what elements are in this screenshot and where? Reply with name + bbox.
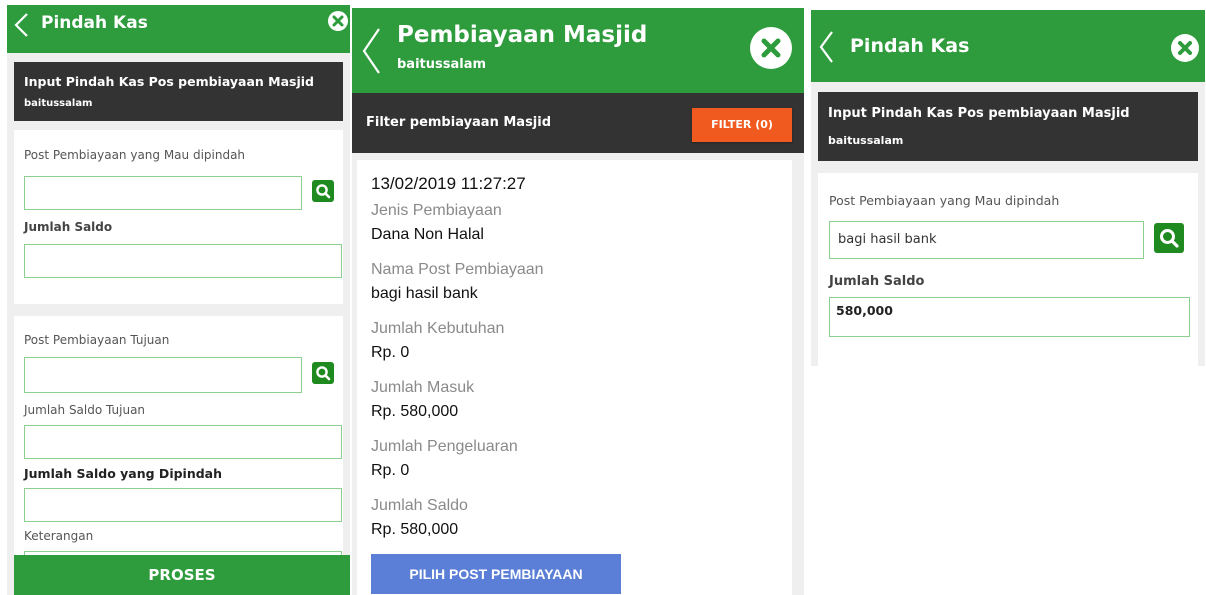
jenis-label: Jenis Pembiayaan xyxy=(371,202,502,219)
record-datetime: 13/02/2019 11:27:27 xyxy=(371,174,526,193)
close-button[interactable] xyxy=(328,11,348,31)
pengeluaran-value: Rp. 0 xyxy=(371,462,410,479)
kebutuhan-value: Rp. 0 xyxy=(371,344,410,361)
search-icon xyxy=(316,184,331,199)
target-post-card: Post Pembiayaan Tujuan Jumlah Saldo Tuju… xyxy=(14,316,343,585)
form-title: Input Pindah Kas Pos pembiayaan Masjid xyxy=(828,106,1130,121)
pengeluaran-label: Jumlah Pengeluaran xyxy=(371,438,518,455)
source-post-card: Post Pembiayaan yang Mau dipindah Jumlah… xyxy=(14,130,343,304)
saldo-dipindah-label: Jumlah Saldo yang Dipindah xyxy=(24,466,223,481)
search-icon xyxy=(1160,229,1179,248)
post-pindah-input[interactable] xyxy=(24,176,302,210)
saldo-dipindah-input[interactable] xyxy=(24,488,342,522)
post-pindah-label: Post Pembiayaan yang Mau dipindah xyxy=(829,193,1060,208)
jumlah-saldo-label: Jumlah Saldo xyxy=(829,274,925,289)
post-pindah-input[interactable]: bagi hasil bank xyxy=(829,221,1144,259)
pilih-post-button[interactable]: PILIH POST PEMBIAYAAN xyxy=(371,554,621,594)
jenis-value: Dana Non Halal xyxy=(371,226,484,243)
header-title: Pindah Kas xyxy=(850,35,970,57)
close-icon xyxy=(761,38,781,58)
search-post-pindah-button[interactable] xyxy=(1154,223,1184,253)
header-title: Pembiayaan Masjid xyxy=(397,22,648,48)
jumlah-saldo-label: Jumlah Saldo xyxy=(24,220,113,234)
saldo-tujuan-label: Jumlah Saldo Tujuan xyxy=(24,403,146,417)
chevron-left-icon[interactable] xyxy=(360,26,382,76)
source-post-card: Post Pembiayaan yang Mau dipindah bagi h… xyxy=(818,173,1198,366)
filter-button[interactable]: FILTER (0) xyxy=(692,108,792,142)
jumlah-saldo-input[interactable]: 580,000 xyxy=(829,297,1190,337)
pindah-kas-form-filled: Pindah Kas Input Pindah Kas Pos pembiaya… xyxy=(811,10,1205,366)
close-icon xyxy=(1178,41,1192,55)
jumlah-saldo-input[interactable] xyxy=(24,244,342,278)
pembiayaan-masjid-list: Pembiayaan Masjid baitussalam Filter pem… xyxy=(352,8,804,595)
chevron-left-icon[interactable] xyxy=(13,12,29,38)
close-icon xyxy=(332,15,344,27)
form-title: Input Pindah Kas Pos pembiayaan Masjid xyxy=(24,74,314,89)
masjid-name: baitussalam xyxy=(828,134,904,147)
proses-button[interactable]: PROSES xyxy=(14,555,350,595)
close-button[interactable] xyxy=(750,27,792,69)
nama-post-label: Nama Post Pembiayaan xyxy=(371,261,544,278)
saldo-label: Jumlah Saldo xyxy=(371,497,468,514)
search-icon xyxy=(316,366,331,381)
close-button[interactable] xyxy=(1171,34,1199,62)
filter-band: Filter pembiayaan Masjid FILTER (0) xyxy=(352,93,804,153)
saldo-tujuan-input[interactable] xyxy=(24,425,342,459)
form-title-band: Input Pindah Kas Pos pembiayaan Masjid b… xyxy=(818,92,1198,161)
pembiayaan-detail-card: 13/02/2019 11:27:27 Jenis Pembiayaan Dan… xyxy=(357,160,792,595)
post-tujuan-label: Post Pembiayaan Tujuan xyxy=(24,333,170,347)
app-header: Pindah Kas xyxy=(7,5,350,53)
app-header: Pindah Kas xyxy=(811,10,1205,82)
masuk-label: Jumlah Masuk xyxy=(371,379,475,396)
search-post-pindah-button[interactable] xyxy=(312,180,334,202)
masuk-value: Rp. 580,000 xyxy=(371,403,459,420)
post-pindah-label: Post Pembiayaan yang Mau dipindah xyxy=(24,148,246,162)
keterangan-label: Keterangan xyxy=(24,529,94,543)
pindah-kas-form-empty: Pindah Kas Input Pindah Kas Pos pembiaya… xyxy=(7,5,350,595)
header-subtitle: baitussalam xyxy=(397,57,487,72)
app-header: Pembiayaan Masjid baitussalam xyxy=(352,8,804,93)
saldo-value: Rp. 580,000 xyxy=(371,521,459,538)
kebutuhan-label: Jumlah Kebutuhan xyxy=(371,320,505,337)
post-tujuan-input[interactable] xyxy=(24,357,302,393)
filter-label: Filter pembiayaan Masjid xyxy=(366,115,552,130)
chevron-left-icon[interactable] xyxy=(818,29,834,65)
search-post-tujuan-button[interactable] xyxy=(312,362,334,384)
nama-post-value: bagi hasil bank xyxy=(371,285,478,302)
header-title: Pindah Kas xyxy=(41,13,148,33)
form-title-band: Input Pindah Kas Pos pembiayaan Masjid b… xyxy=(14,62,343,121)
masjid-name: baitussalam xyxy=(24,98,93,109)
